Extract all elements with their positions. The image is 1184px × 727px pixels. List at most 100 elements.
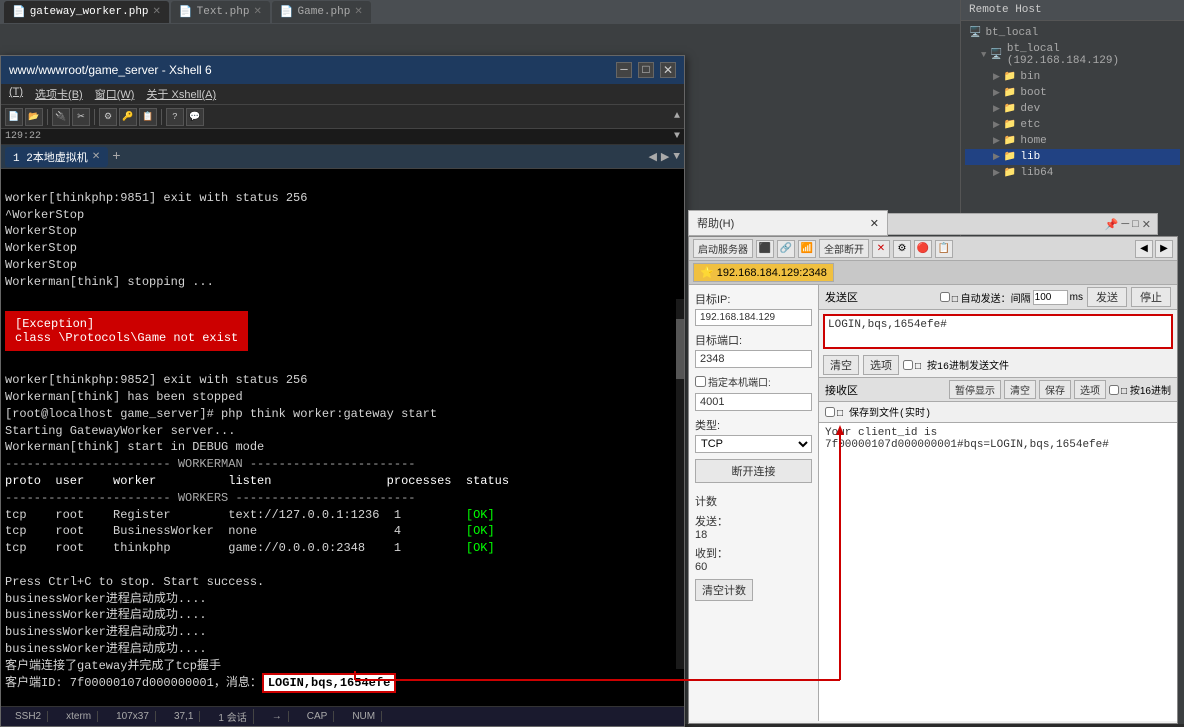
tab-gateway-worker[interactable]: 📄 gateway_worker.php ✕: [4, 1, 169, 23]
help-label[interactable]: 帮助(H): [697, 215, 734, 231]
delete-icon[interactable]: ✕: [872, 240, 890, 258]
toolbar-new-button[interactable]: 📄: [5, 108, 23, 126]
tab-icon: 📄: [179, 5, 193, 19]
toolbar-open-button[interactable]: 📂: [25, 108, 43, 126]
tree-item-lib64[interactable]: ▶ 📁 lib64: [965, 165, 1180, 181]
toolbar-help-button[interactable]: ?: [166, 108, 184, 126]
start-server-button[interactable]: 启动服务器: [693, 239, 753, 258]
conn-pin-button[interactable]: 📌: [1105, 218, 1119, 231]
clear-recv-button[interactable]: 清空: [1004, 380, 1036, 399]
specify-machine-row: 指定本机端口:: [695, 374, 812, 389]
tcp-nav-left[interactable]: ◀: [1135, 240, 1153, 258]
scrollbar-thumb[interactable]: [676, 319, 684, 379]
toolbar-transfer-button[interactable]: 📋: [139, 108, 157, 126]
exception-header: [Exception]: [15, 317, 238, 331]
tcp-left-panel: 目标IP: 192.168.184.129 目标端口: 2348 指定本机端口:…: [689, 285, 819, 721]
xshell-maximize-button[interactable]: □: [638, 62, 654, 78]
menu-item-window[interactable]: 窗口(W): [95, 86, 135, 102]
remote-panel-title: Remote Host: [961, 0, 1184, 21]
toolbar-key-button[interactable]: 🔑: [119, 108, 137, 126]
tcp-tab-active[interactable]: ⭐ 192.168.184.129:2348: [693, 263, 834, 282]
stop-icon[interactable]: ⬛: [756, 240, 774, 258]
toolbar-connect-button[interactable]: 🔌: [52, 108, 70, 126]
hex16-recv-checkbox[interactable]: [1109, 385, 1119, 395]
tree-item-home[interactable]: ▶ 📁 home: [965, 133, 1180, 149]
session-add-button[interactable]: +: [112, 149, 120, 165]
hex16-send-label: □ 按16进制发送文件: [915, 357, 1009, 373]
options-button[interactable]: 选项: [1074, 380, 1106, 399]
save-button[interactable]: 保存: [1039, 380, 1071, 399]
tree-item-etc[interactable]: ▶ 📁 etc: [965, 117, 1180, 133]
tab-close-gateway[interactable]: ✕: [153, 6, 161, 18]
type-label: 类型:: [695, 417, 812, 433]
nav-left-button[interactable]: ◀: [648, 150, 656, 164]
xshell-titlebar[interactable]: www/wwwroot/game_server - Xshell 6 ─ □ ✕: [1, 56, 684, 84]
clear-send-button[interactable]: 清空: [823, 355, 859, 375]
status-position: 37,1: [168, 711, 200, 722]
recv-content-area[interactable]: Your client_id is 7f00000107d000000001#b…: [819, 423, 1177, 721]
tab-close-game[interactable]: ✕: [354, 6, 362, 18]
send-options-button[interactable]: 选项: [863, 355, 899, 375]
pause-display-button[interactable]: 暂停显示: [949, 380, 1001, 399]
toolbar-settings-button[interactable]: ⚙: [99, 108, 117, 126]
term-line: [5, 173, 680, 190]
send-content-box[interactable]: LOGIN,bqs,1654efe#: [823, 314, 1173, 349]
disconnect-all-button[interactable]: 全部断开: [819, 239, 869, 258]
status-icon[interactable]: 📶: [798, 240, 816, 258]
menu-item-t[interactable]: (T): [9, 86, 23, 102]
toolbar-disconnect-button[interactable]: ✂: [72, 108, 90, 126]
send-button[interactable]: 发送: [1087, 287, 1127, 307]
term-line: Workerman[think] start in DEBUG mode: [5, 439, 680, 456]
interval-input[interactable]: [1033, 290, 1068, 305]
xshell-minimize-button[interactable]: ─: [616, 62, 632, 78]
tab-close-text[interactable]: ✕: [253, 6, 261, 18]
save-realtime-checkbox[interactable]: [825, 407, 835, 417]
stop-button[interactable]: 停止: [1131, 287, 1171, 307]
scroll-down-button[interactable]: ▼: [674, 131, 680, 142]
tcp-nav-right[interactable]: ▶: [1155, 240, 1173, 258]
connect-icon[interactable]: 🔗: [777, 240, 795, 258]
terminal-content[interactable]: worker[thinkphp:9851] exit with status 2…: [1, 169, 684, 709]
session-tab-local[interactable]: 1 2本地虚拟机 ✕: [5, 147, 108, 167]
tree-item-bin[interactable]: ▶ 📁 bin: [965, 69, 1180, 85]
tab-game[interactable]: 📄 Game.php ✕: [272, 1, 371, 23]
session-tab-close[interactable]: ✕: [92, 151, 100, 163]
conn-window-controls: 📌 ─ □ ✕: [1105, 218, 1151, 231]
nav-scroll-button[interactable]: ▼: [673, 151, 680, 163]
hex16-recv-row: □ 按16进制: [1109, 382, 1171, 397]
nav-right-button[interactable]: ▶: [661, 150, 669, 164]
conn-close-button[interactable]: ✕: [1142, 218, 1151, 231]
server-icon: 🖥️: [990, 49, 1002, 61]
terminal-scrollbar[interactable]: [676, 299, 684, 669]
tree-collapsed-icon: ▶: [993, 152, 1000, 162]
hex16-send-checkbox[interactable]: [903, 360, 913, 370]
tcp-toolbar: 启动服务器 ⬛ 🔗 📶 全部断开 ✕ ⚙ 🔴 📋 ◀ ▶: [689, 237, 1177, 261]
save-realtime-row: □ 保存到文件(实时): [819, 402, 1177, 423]
help-close-button[interactable]: ✕: [870, 217, 879, 230]
clear-count-button[interactable]: 清空计数: [695, 579, 753, 601]
save-realtime-label: □ 保存到文件(实时): [837, 404, 931, 420]
menu-item-about[interactable]: 关于 Xshell(A): [146, 86, 216, 102]
tab-icon: 📄: [12, 5, 26, 19]
tree-server-node[interactable]: ▼ 🖥️ bt_local (192.168.184.129): [965, 41, 1180, 69]
folder-icon: 🖥️: [969, 27, 981, 39]
menu-item-options[interactable]: 选项卡(B): [35, 86, 83, 102]
connect-button[interactable]: 断开连接: [695, 459, 812, 483]
term-worker-thinkphp: tcp root thinkphp game://0.0.0.0:2348 1 …: [5, 540, 680, 557]
tree-item-dev[interactable]: ▶ 📁 dev: [965, 101, 1180, 117]
specify-machine-checkbox[interactable]: [695, 376, 706, 387]
session-tab-label: 1 2本地虚拟机: [13, 149, 88, 165]
tree-item-boot[interactable]: ▶ 📁 boot: [965, 85, 1180, 101]
log-icon[interactable]: 📋: [935, 240, 953, 258]
xshell-close-button[interactable]: ✕: [660, 62, 676, 78]
conn-maximize-button[interactable]: □: [1132, 218, 1139, 231]
tree-item-lib[interactable]: ▶ 📁 lib: [965, 149, 1180, 165]
conn-minimize-button[interactable]: ─: [1121, 218, 1129, 231]
type-select[interactable]: TCP: [695, 435, 812, 453]
scroll-up-button[interactable]: ▲: [674, 111, 680, 122]
auto-send-checkbox[interactable]: [940, 292, 950, 302]
settings-icon[interactable]: ⚙: [893, 240, 911, 258]
recv-controls: 暂停显示 清空 保存 选项 □ 按16进制: [949, 380, 1171, 399]
tab-text[interactable]: 📄 Text.php ✕: [171, 1, 270, 23]
toolbar-chat-button[interactable]: 💬: [186, 108, 204, 126]
